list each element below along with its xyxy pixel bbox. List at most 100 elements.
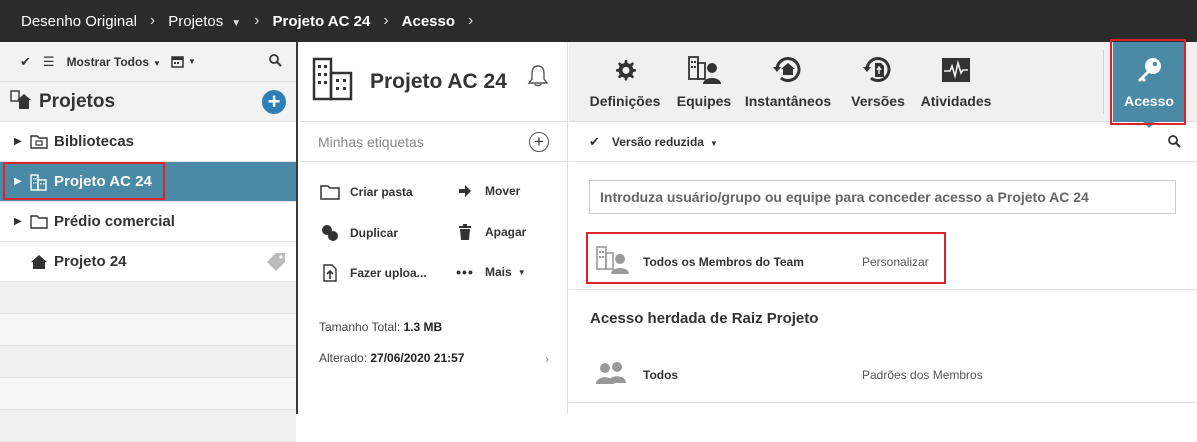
upload-button[interactable]: Fazer uploa... <box>320 264 427 282</box>
highlight-box <box>1110 39 1186 125</box>
more-label: Mais <box>485 265 512 279</box>
tab-settings[interactable]: Definições <box>589 42 661 122</box>
tab-label: Instantâneos <box>744 93 832 109</box>
delete-label: Apagar <box>485 225 527 239</box>
breadcrumb-item-desenho-original[interactable]: Desenho Original <box>21 13 137 30</box>
add-project-button[interactable]: + <box>262 90 286 114</box>
breadcrumb-item-acesso[interactable]: Acesso <box>402 13 455 30</box>
gear-icon <box>613 54 637 86</box>
highlight-box <box>586 232 946 284</box>
total-size: Tamanho Total: 1.3 MB <box>319 320 442 334</box>
caret-down-icon: ▼ <box>153 58 161 68</box>
total-size-label: Tamanho Total: <box>319 320 401 334</box>
sidebar-item-bibliotecas[interactable]: ▶ Bibliotecas <box>0 122 296 162</box>
project-actions: Criar pasta Mover Duplicar Apagar Fazer … <box>300 162 567 282</box>
duplicate-button[interactable]: Duplicar <box>320 224 398 242</box>
chevron-right-icon[interactable]: › <box>545 352 549 366</box>
chevron-right-icon: › <box>468 12 474 29</box>
caret-down-icon: ▼ <box>187 57 196 66</box>
list-icon[interactable]: ☰ <box>43 54 55 70</box>
tab-teams[interactable]: Equipes <box>673 42 735 122</box>
breadcrumb-item-projetos[interactable]: Projetos ▼ <box>168 13 241 30</box>
access-row-permission[interactable]: Padrões dos Membros <box>862 368 983 382</box>
empty-row <box>0 410 296 442</box>
move-button[interactable]: Mover <box>455 184 520 198</box>
search-icon[interactable] <box>1168 135 1181 151</box>
sidebar-item-projeto-24[interactable]: Projeto 24 <box>0 242 296 282</box>
breadcrumb-label: Projetos <box>168 12 224 30</box>
duplicate-label: Duplicar <box>350 226 399 240</box>
sidebar-item-predio-comercial[interactable]: ▶ Prédio comercial <box>0 202 296 242</box>
expand-arrow-icon[interactable]: ▶ <box>14 136 30 147</box>
sidebar: ✔ ☰ Mostrar Todos ▼ ▼ Projetos + ▶ Biblio… <box>0 42 298 442</box>
access-row-all[interactable]: Todos Padrões dos Membros <box>569 347 1197 403</box>
tab-bar: Definições Equipes Instantâneos Versões … <box>569 42 1197 128</box>
breadcrumb-item-projeto[interactable]: Projeto AC 24 <box>273 13 371 30</box>
trash-icon <box>455 224 475 240</box>
projects-house-icon <box>9 88 31 115</box>
sidebar-title: Projetos <box>39 90 116 112</box>
library-folder-icon <box>30 134 50 149</box>
project-header: Projeto AC 24 <box>300 42 567 122</box>
grant-access-placeholder: Introduza usuário/grupo ou equipe para c… <box>600 189 1089 205</box>
grant-access-input[interactable]: Introduza usuário/grupo ou equipe para c… <box>589 180 1176 214</box>
tab-label: Equipes <box>676 93 732 109</box>
empty-row <box>0 346 296 378</box>
caret-down-icon: ▼ <box>517 267 526 277</box>
add-tag-button[interactable]: + <box>529 132 549 152</box>
more-dots-icon: ••• <box>456 264 474 280</box>
tags-input[interactable]: Minhas etiquetas + <box>300 122 567 162</box>
sidebar-item-label: Bibliotecas <box>54 133 135 150</box>
project-title: Projeto AC 24 <box>370 69 507 93</box>
tab-snapshots[interactable]: Instantâneos <box>742 42 834 122</box>
checkmark-icon[interactable]: ✔ <box>20 54 31 70</box>
chevron-right-icon: › <box>383 12 389 29</box>
users-group-icon <box>595 359 627 390</box>
more-button[interactable]: ••• Mais ▼ <box>455 264 526 280</box>
sidebar-item-label: Prédio comercial <box>54 213 175 230</box>
total-size-value: 1.3 MB <box>403 320 443 334</box>
expand-arrow-icon[interactable]: ▶ <box>14 216 30 227</box>
tab-label: Definições <box>589 93 661 109</box>
empty-row <box>0 282 296 314</box>
inherited-access-title: Acesso herdada de Raiz Projeto <box>590 310 819 327</box>
chevron-right-icon: › <box>254 12 260 29</box>
folder-icon <box>320 184 340 200</box>
tab-divider <box>1103 50 1104 114</box>
modified-label: Alterado: <box>319 351 368 365</box>
snapshot-icon <box>772 54 804 86</box>
upload-icon <box>320 264 340 282</box>
team-icon <box>687 54 721 86</box>
filter-label: Mostrar Todos <box>66 54 150 69</box>
tab-label: Versões <box>851 93 905 109</box>
search-icon[interactable] <box>269 53 282 70</box>
project-panel: Projeto AC 24 Minhas etiquetas + Criar p… <box>300 42 568 414</box>
create-folder-button[interactable]: Criar pasta <box>320 184 413 200</box>
building-icon <box>312 57 354 106</box>
highlight-box <box>3 162 165 200</box>
view-mode-dropdown[interactable]: Versão reduzida ▼ <box>612 135 718 149</box>
calendar-icon[interactable]: ▼ <box>171 55 206 68</box>
bell-icon[interactable] <box>527 64 549 93</box>
create-folder-label: Criar pasta <box>350 185 413 199</box>
tab-versions[interactable]: Versões <box>848 42 908 122</box>
sidebar-header: Projetos + <box>0 82 296 122</box>
activity-monitor-icon <box>941 54 971 86</box>
sidebar-toolbar: ✔ ☰ Mostrar Todos ▼ ▼ <box>0 42 296 82</box>
delete-button[interactable]: Apagar <box>455 224 526 240</box>
empty-row <box>0 314 296 346</box>
folder-icon <box>30 214 50 229</box>
chevron-right-icon: › <box>149 12 156 29</box>
versions-icon <box>862 54 894 86</box>
sidebar-item-label: Projeto 24 <box>54 253 127 270</box>
move-label: Mover <box>485 184 521 198</box>
checkmark-icon[interactable]: ✔ <box>589 134 600 150</box>
tag-icon[interactable] <box>266 252 286 276</box>
upload-label: Fazer uploa... <box>350 266 427 280</box>
breadcrumb: Desenho Original › Projetos ▼ › Projeto A… <box>0 0 1197 42</box>
filter-dropdown[interactable]: Mostrar Todos ▼ <box>67 55 171 69</box>
tab-activities[interactable]: Atividades <box>916 42 996 122</box>
tags-placeholder: Minhas etiquetas <box>318 133 424 150</box>
modified-date: Alterado: 27/06/2020 21:57 <box>319 351 464 365</box>
house-icon <box>30 254 50 270</box>
